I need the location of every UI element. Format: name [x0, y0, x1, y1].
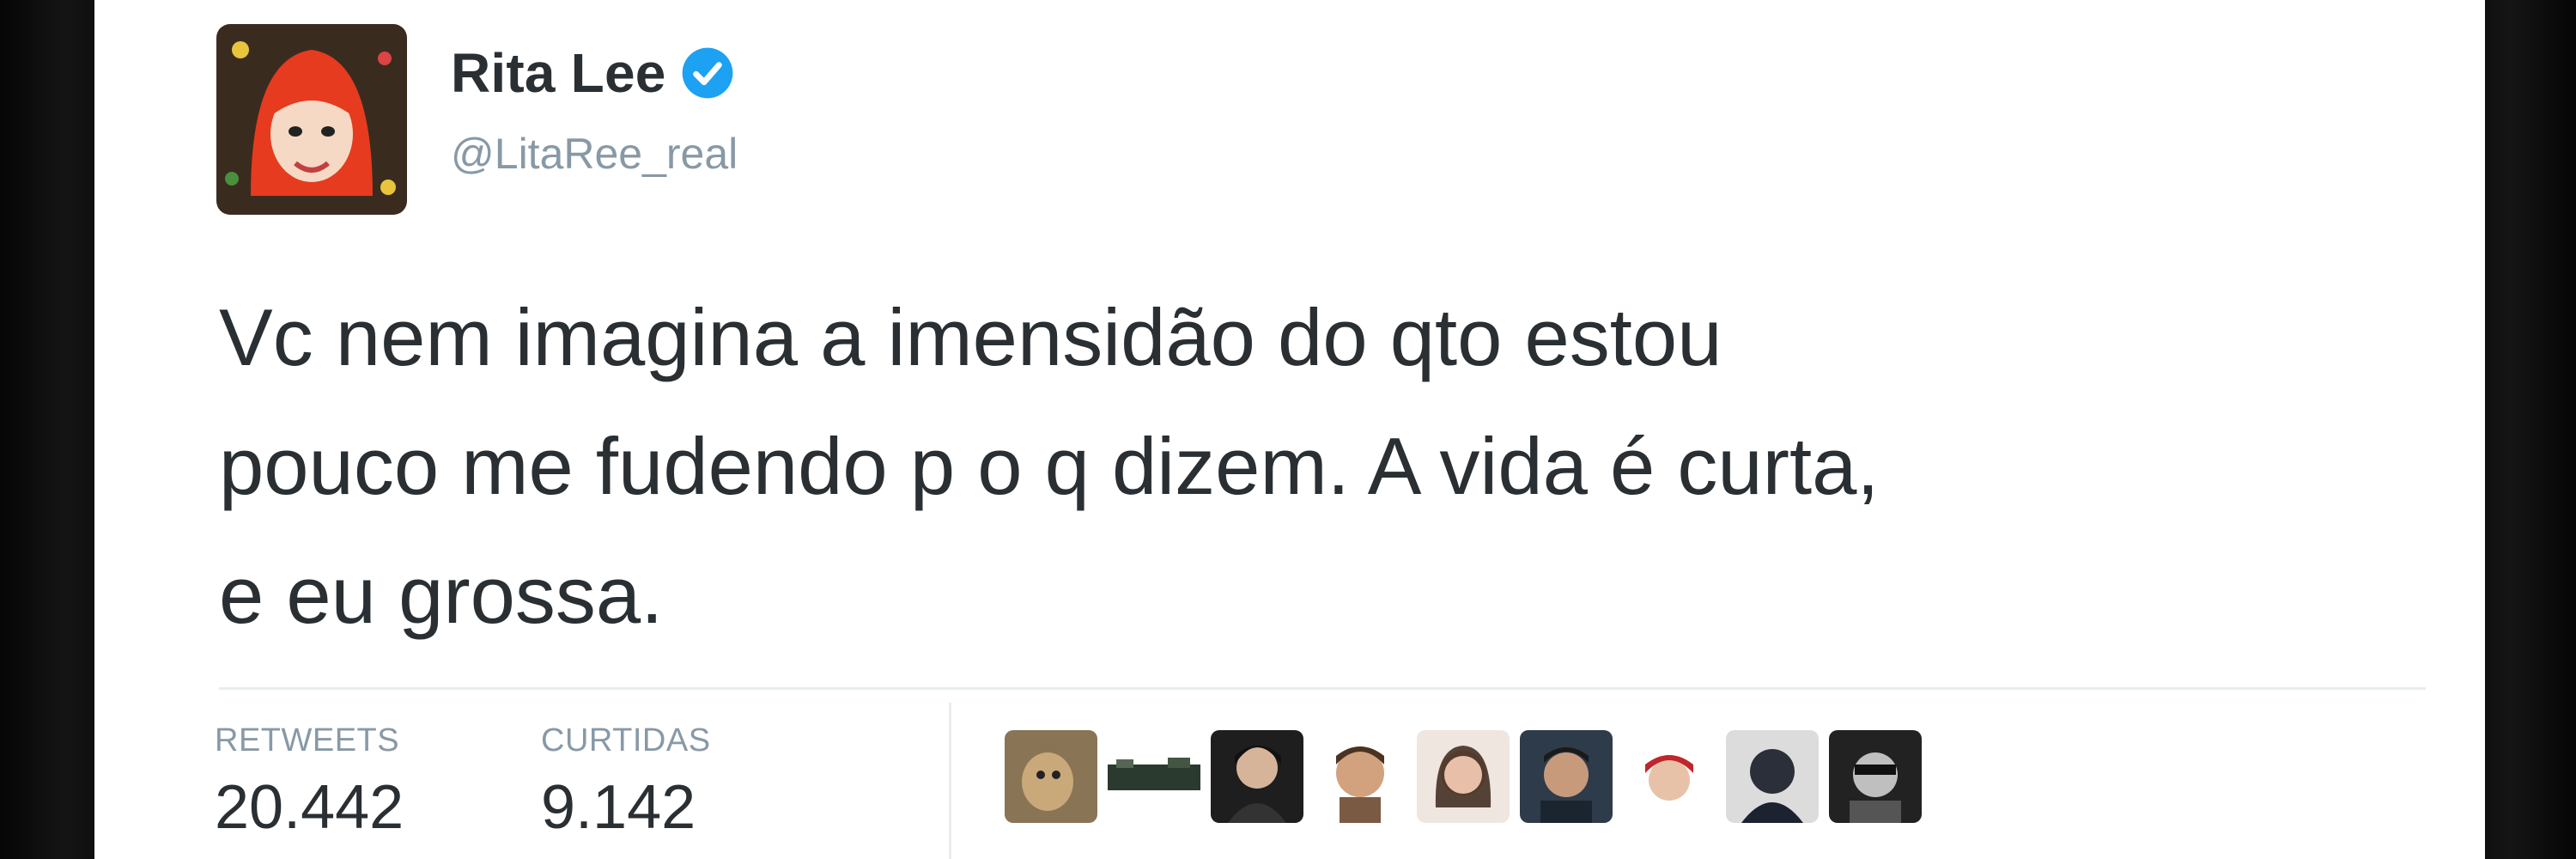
avatar-icon [1108, 730, 1200, 823]
retweets-label: RETWEETS [215, 722, 400, 758]
likes-count: 9.142 [541, 773, 696, 842]
liker-avatar[interactable] [1623, 730, 1716, 823]
avatar-icon [1726, 730, 1819, 823]
avatar-icon [1417, 730, 1510, 823]
profile-avatar[interactable] [216, 24, 407, 215]
liker-avatar[interactable] [1211, 730, 1303, 823]
author-name-row: Rita Lee [451, 41, 735, 105]
liker-avatar[interactable] [1108, 730, 1200, 823]
liker-avatar[interactable] [1829, 730, 1922, 823]
tweet-text-line-1: Vc nem imagina a imensidão do qto estou [219, 292, 1722, 382]
likes-stat[interactable]: CURTIDAS 9.142 [541, 715, 711, 849]
likes-label: CURTIDAS [541, 722, 711, 758]
tweet-text: Vc nem imagina a imensidão do qto estou … [219, 273, 2485, 660]
avatar-icon [1520, 730, 1613, 823]
avatar-icon [1623, 730, 1716, 823]
author-handle[interactable]: @LitaRee_real [451, 129, 738, 179]
verified-badge-icon [682, 47, 732, 99]
avatar-icon [1211, 730, 1303, 823]
liker-avatar[interactable] [1417, 730, 1510, 823]
liker-avatar[interactable] [1726, 730, 1819, 823]
liker-avatar[interactable] [1005, 730, 1097, 823]
tweet-text-line-3: e eu grossa. [219, 550, 664, 640]
stats-divider [219, 687, 2426, 690]
screenshot-frame: Rita Lee @LitaRee_real Vc nem imagina a … [0, 0, 2576, 859]
liker-avatar[interactable] [1314, 730, 1406, 823]
likers-list [1005, 730, 1922, 823]
avatar-icon [1005, 730, 1097, 823]
avatar-icon [1829, 730, 1922, 823]
tweet-card: Rita Lee @LitaRee_real Vc nem imagina a … [94, 0, 2485, 859]
stats-vertical-divider [949, 703, 951, 859]
avatar-icon [1314, 730, 1406, 823]
retweets-count: 20.442 [215, 773, 404, 842]
tweet-text-line-2: pouco me fudendo p o q dizem. A vida é c… [219, 421, 1880, 511]
author-name[interactable]: Rita Lee [451, 41, 666, 105]
liker-avatar[interactable] [1520, 730, 1613, 823]
retweets-stat[interactable]: RETWEETS 20.442 [215, 715, 404, 849]
profile-avatar-image [216, 24, 407, 215]
